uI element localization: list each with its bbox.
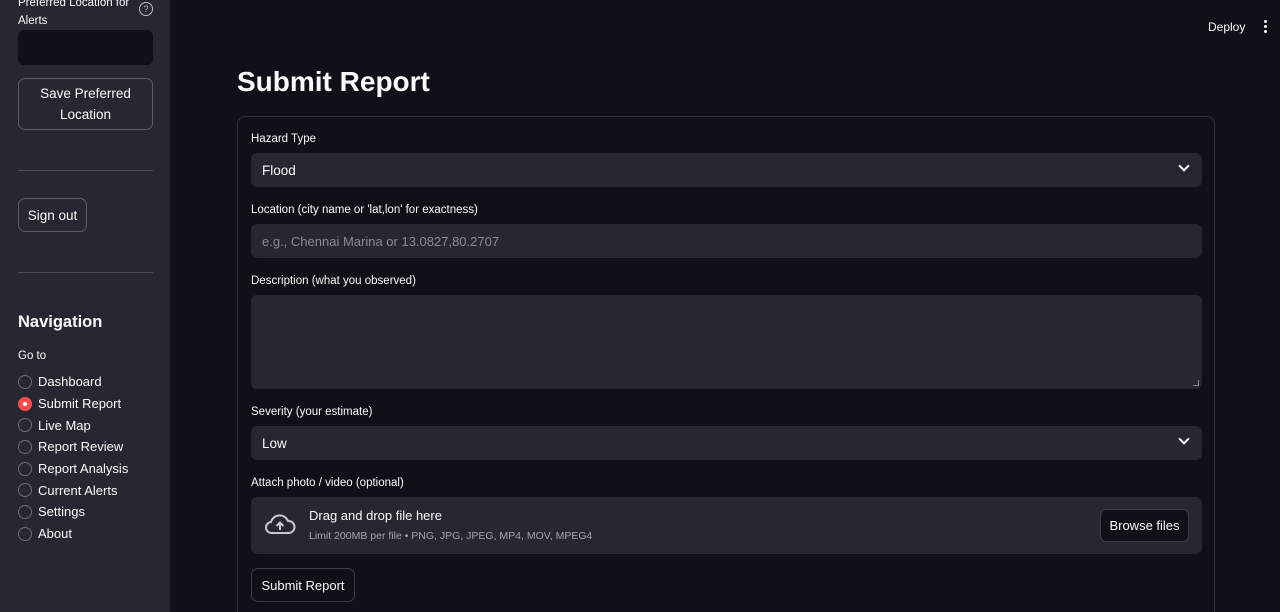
chevron-down-icon	[1178, 160, 1190, 172]
nav-item-label: Live Map	[38, 417, 91, 433]
radio-button[interactable]	[18, 483, 32, 498]
radio-button[interactable]	[18, 526, 32, 541]
nav-item-live-map[interactable]: Live Map	[18, 414, 128, 436]
nav-item-label: Current Alerts	[38, 482, 118, 498]
nav-item-submit-report[interactable]: Submit Report	[18, 393, 128, 415]
radio-button[interactable]	[18, 439, 32, 454]
hazard-type-label: Hazard Type	[251, 133, 316, 145]
radio-button[interactable]	[18, 418, 32, 433]
submit-report-button[interactable]: Submit Report	[251, 568, 355, 602]
sidebar: Preferred Location for Alerts ? Save Pre…	[0, 0, 170, 612]
navigation-title: Navigation	[18, 313, 103, 331]
radio-button[interactable]	[18, 374, 32, 389]
dropzone-title: Drag and drop file here	[309, 508, 442, 523]
nav-item-label: Report Review	[38, 439, 124, 455]
sign-out-button[interactable]: Sign out	[18, 198, 87, 232]
help-icon[interactable]: ?	[139, 2, 153, 16]
description-textarea[interactable]	[251, 295, 1202, 389]
preferred-location-label: Preferred Location for Alerts	[18, 0, 130, 27]
cloud-upload-icon	[265, 514, 296, 534]
nav-item-label: Settings	[38, 504, 85, 520]
severity-label: Severity (your estimate)	[251, 406, 373, 418]
location-label: Location (city name or 'lat,lon' for exa…	[251, 204, 478, 216]
nav-item-about[interactable]: About	[18, 523, 128, 545]
nav-item-report-review[interactable]: Report Review	[18, 436, 128, 458]
nav-radio-group: Dashboard Submit Report Live Map Report …	[18, 371, 128, 545]
radio-button[interactable]	[18, 461, 32, 476]
nav-item-label: Report Analysis	[38, 461, 129, 477]
deploy-button[interactable]: Deploy	[1208, 20, 1245, 34]
location-input[interactable]: e.g., Chennai Marina or 13.0827,80.2707	[251, 224, 1202, 258]
goto-label: Go to	[18, 350, 47, 362]
severity-value: Low	[262, 435, 287, 451]
nav-item-label: Dashboard	[38, 374, 102, 390]
radio-button-selected[interactable]	[18, 396, 32, 411]
kebab-menu-icon[interactable]	[1262, 20, 1268, 34]
nav-item-settings[interactable]: Settings	[18, 501, 128, 523]
nav-item-dashboard[interactable]: Dashboard	[18, 371, 128, 393]
browse-files-button[interactable]: Browse files	[1100, 509, 1189, 542]
dropzone-subtitle: Limit 200MB per file • PNG, JPG, JPEG, M…	[309, 530, 593, 542]
file-dropzone[interactable]: Drag and drop file here Limit 200MB per …	[251, 497, 1202, 554]
resize-handle-icon[interactable]	[1193, 380, 1199, 386]
radio-button[interactable]	[18, 504, 32, 519]
preferred-location-input[interactable]	[18, 30, 153, 65]
save-preferred-location-button[interactable]: Save Preferred Location	[18, 78, 153, 130]
severity-select[interactable]: Low	[251, 426, 1202, 460]
nav-item-report-analysis[interactable]: Report Analysis	[18, 458, 128, 480]
sidebar-divider	[18, 170, 153, 171]
hazard-type-value: Flood	[262, 162, 296, 178]
chevron-down-icon	[1178, 433, 1190, 445]
report-form: Hazard Type Flood Location (city name or…	[237, 116, 1215, 612]
hazard-type-select[interactable]: Flood	[251, 153, 1202, 187]
description-label: Description (what you observed)	[251, 275, 416, 287]
nav-item-current-alerts[interactable]: Current Alerts	[18, 479, 128, 501]
nav-item-label: Submit Report	[38, 396, 122, 412]
attach-label: Attach photo / video (optional)	[251, 477, 404, 489]
page-title: Submit Report	[237, 66, 430, 97]
nav-item-label: About	[38, 526, 72, 542]
sidebar-divider	[18, 272, 153, 273]
